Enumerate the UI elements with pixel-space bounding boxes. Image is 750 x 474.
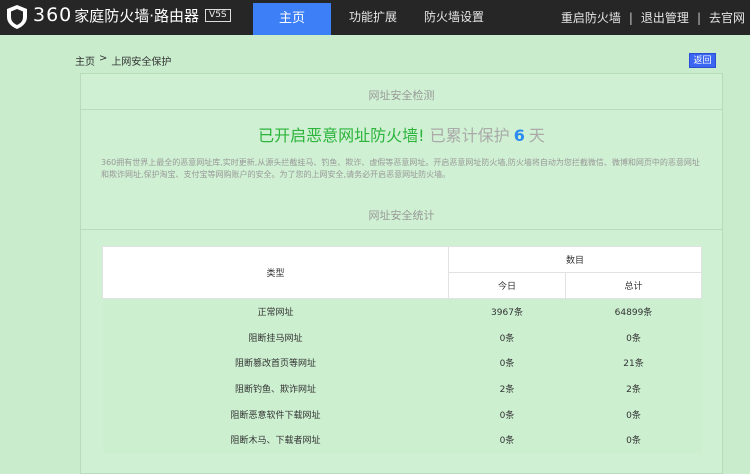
- row-type: 正常网址: [257, 308, 294, 319]
- description-text: 360拥有世界上最全的恶意网址库,实时更新,从源头拦截挂马、钓鱼、欺诈、虚假等恶…: [101, 158, 700, 179]
- breadcrumb-separator: >: [99, 53, 108, 64]
- table-row: 阻断挂马网址 0条 0条: [102, 324, 702, 350]
- back-button[interactable]: 返回: [689, 53, 716, 68]
- brand-number: 360: [33, 4, 73, 26]
- tab-extensions[interactable]: 功能扩展: [343, 0, 403, 35]
- separator: |: [696, 10, 701, 25]
- firewall-on-text: 已开启恶意网址防火墙!: [258, 126, 425, 145]
- row-today: 2条: [499, 384, 515, 395]
- col-header-total: 总计: [565, 272, 702, 299]
- detect-section-title: 网址安全检测: [368, 89, 435, 102]
- tab-home[interactable]: 主页: [253, 3, 331, 35]
- table-row: 阻断钓鱼、欺诈网址 2条 2条: [102, 375, 702, 402]
- breadcrumb: 主页 > 上网安全保护: [75, 53, 171, 68]
- shield-logo-icon: [7, 5, 27, 29]
- restart-firewall-link[interactable]: 重启防火墙: [561, 9, 621, 26]
- content-panel: 网址安全检测 已开启恶意网址防火墙! 已累计保护 6 天 360拥有世界上最全的恶意…: [80, 73, 723, 474]
- row-total: 2条: [626, 384, 641, 395]
- protected-prefix: 已累计保护: [429, 126, 510, 145]
- days-unit: 天: [528, 126, 545, 145]
- row-today: 0条: [499, 359, 515, 370]
- protected-days: 6: [513, 126, 525, 145]
- header-actions: 重启防火墙 | 退出管理 | 去官网: [561, 0, 745, 35]
- table-row: 正常网址 3967条 64899条: [102, 298, 702, 325]
- brand: 360 家庭防火墙·路由器 V5S: [33, 4, 231, 26]
- tab-firewall-settings[interactable]: 防火墙设置: [419, 0, 489, 35]
- col-header-count: 数目: [448, 246, 702, 273]
- protection-headline: 已开启恶意网址防火墙! 已累计保护 6 天: [81, 122, 722, 146]
- row-total: 64899条: [614, 308, 653, 319]
- stats-table: 类型 数目 今日 总计 正常网址 3967条 64899条 阻断挂马网址 0条 …: [102, 246, 702, 453]
- top-navbar: 360 家庭防火墙·路由器 V5S 主页 功能扩展 防火墙设置 重启防火墙 | …: [0, 0, 750, 35]
- col-header-type: 类型: [102, 246, 449, 299]
- row-type: 阻断恶意软件下载网址: [230, 410, 321, 421]
- row-total: 0条: [626, 333, 641, 344]
- brand-title: 家庭防火墙·路由器: [74, 6, 200, 25]
- logout-link[interactable]: 退出管理: [641, 9, 689, 26]
- official-site-link[interactable]: 去官网: [709, 9, 745, 26]
- row-total: 0条: [626, 436, 641, 447]
- version-badge: V5S: [205, 8, 231, 22]
- breadcrumb-current: 上网安全保护: [111, 57, 172, 68]
- breadcrumb-home[interactable]: 主页: [75, 53, 95, 68]
- row-type: 阻断钓鱼、欺诈网址: [234, 384, 316, 395]
- col-header-today: 今日: [448, 272, 566, 299]
- divider: [81, 229, 722, 230]
- row-type: 阻断木马、下载者网址: [230, 436, 321, 447]
- stats-section-title: 网址安全统计: [368, 209, 435, 222]
- row-total: 21条: [623, 359, 644, 370]
- separator: |: [628, 10, 633, 25]
- divider: [81, 109, 722, 110]
- row-today: 0条: [499, 436, 515, 447]
- row-today: 0条: [499, 333, 515, 344]
- row-today: 0条: [499, 410, 515, 421]
- table-row: 阻断篡改首页等网址 0条 21条: [102, 349, 702, 376]
- row-total: 0条: [626, 410, 641, 421]
- row-type: 阻断挂马网址: [248, 333, 303, 344]
- table-row: 阻断木马、下载者网址 0条 0条: [102, 426, 702, 453]
- row-type: 阻断篡改首页等网址: [234, 359, 316, 370]
- row-today: 3967条: [491, 308, 523, 319]
- table-row: 阻断恶意软件下载网址 0条 0条: [102, 401, 702, 427]
